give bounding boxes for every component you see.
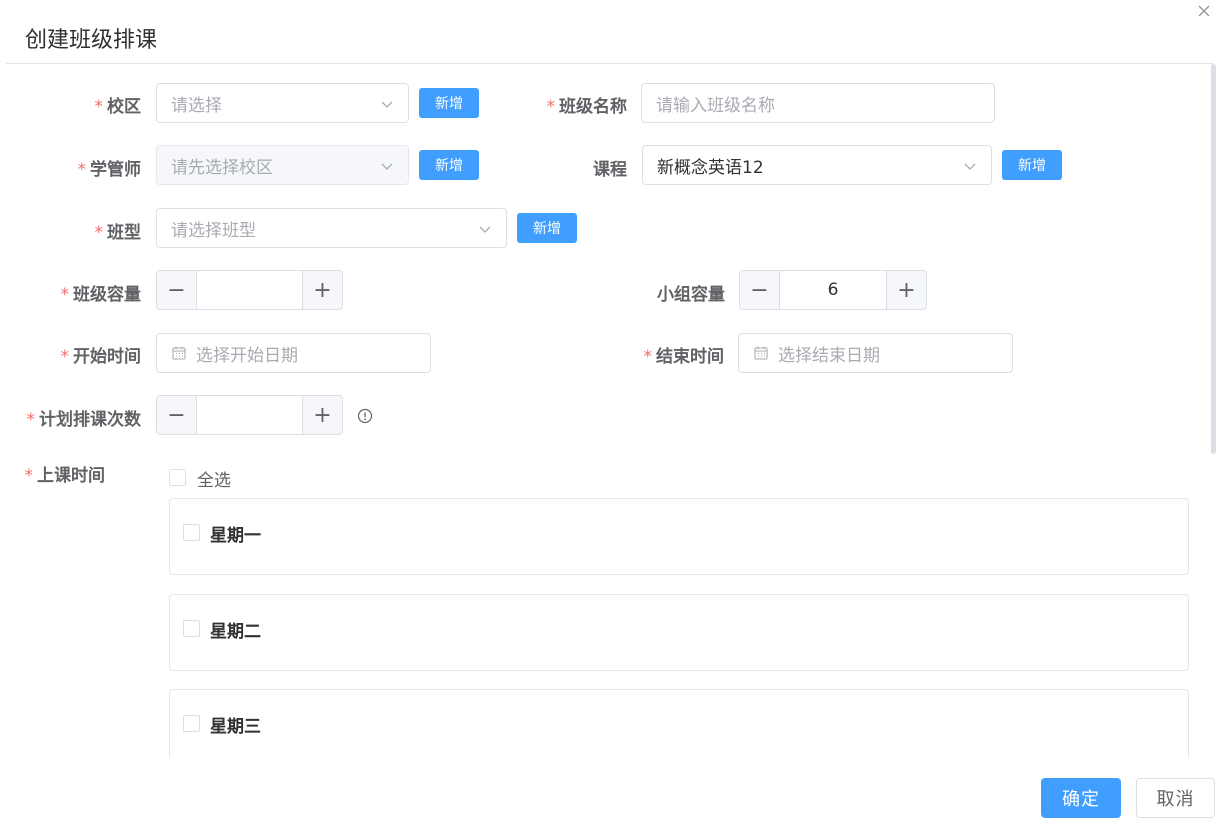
- select-all-checkbox[interactable]: [169, 469, 186, 486]
- course-select[interactable]: 新概念英语12: [642, 145, 992, 185]
- day-label[interactable]: 星期一: [210, 521, 261, 546]
- class-name-label-text: 班级名称: [559, 97, 627, 117]
- chevron-down-icon: [479, 226, 491, 233]
- scrollbar[interactable]: [1211, 64, 1216, 758]
- dialog-title: 创建班级排课: [25, 28, 158, 53]
- cancel-button[interactable]: 取消: [1136, 778, 1215, 818]
- day-checkbox[interactable]: [183, 524, 200, 541]
- decrement-button[interactable]: −: [157, 271, 197, 309]
- class-capacity-value[interactable]: [197, 271, 302, 309]
- class-type-select[interactable]: 请选择班型: [156, 208, 507, 248]
- manager-label-text: 学管师: [90, 160, 141, 180]
- plan-count-label-text: 计划排课次数: [39, 410, 141, 430]
- calendar-icon: [754, 346, 768, 360]
- increment-button[interactable]: +: [886, 271, 926, 309]
- start-date-placeholder: 选择开始日期: [196, 345, 298, 366]
- manager-select[interactable]: 请先选择校区: [156, 145, 409, 185]
- group-capacity-stepper[interactable]: − 6 +: [739, 270, 927, 310]
- group-capacity-label: 小组容量: [657, 280, 725, 305]
- dialog-body: * 校区 请选择 新增 * 班级名称 请输入班级名称 * 学管师 请先选择校区 新增 …: [0, 64, 1227, 758]
- day-checkbox[interactable]: [183, 715, 200, 732]
- start-time-label: * 开始时间: [61, 342, 142, 367]
- confirm-button[interactable]: 确定: [1041, 778, 1121, 818]
- day-checkbox[interactable]: [183, 620, 200, 637]
- day-label[interactable]: 星期二: [210, 617, 261, 642]
- group-capacity-label-text: 小组容量: [657, 285, 725, 305]
- end-date-placeholder: 选择结束日期: [778, 345, 880, 366]
- class-name-placeholder: 请输入班级名称: [656, 95, 775, 116]
- class-type-label-text: 班型: [107, 223, 141, 243]
- class-time-label: * 上课时间: [25, 461, 106, 486]
- required-mark: *: [77, 160, 87, 180]
- required-mark: *: [24, 466, 34, 486]
- decrement-button[interactable]: −: [740, 271, 780, 309]
- add-campus-button[interactable]: 新增: [419, 88, 479, 118]
- class-capacity-label-text: 班级容量: [73, 285, 141, 305]
- required-mark: *: [60, 285, 70, 305]
- start-date-picker[interactable]: 选择开始日期: [156, 333, 431, 373]
- increment-button[interactable]: +: [302, 396, 342, 434]
- increment-button[interactable]: +: [302, 271, 342, 309]
- day-label[interactable]: 星期三: [210, 712, 261, 737]
- plan-count-stepper[interactable]: − +: [156, 395, 343, 435]
- class-type-label: * 班型: [95, 218, 142, 243]
- manager-label: * 学管师: [78, 155, 142, 180]
- add-course-button[interactable]: 新增: [1002, 150, 1062, 180]
- end-time-label: * 结束时间: [644, 342, 725, 367]
- add-class-type-button[interactable]: 新增: [517, 213, 577, 243]
- campus-placeholder: 请选择: [171, 95, 222, 116]
- scrollbar-thumb[interactable]: [1211, 64, 1216, 454]
- select-all-label[interactable]: 全选: [197, 466, 231, 491]
- manager-placeholder: 请先选择校区: [171, 157, 273, 178]
- chevron-down-icon: [381, 101, 393, 108]
- info-icon[interactable]: [357, 408, 373, 424]
- day-card-tuesday: 星期二: [169, 594, 1189, 671]
- campus-label: * 校区: [95, 92, 142, 117]
- course-value: 新概念英语12: [657, 157, 764, 178]
- end-date-picker[interactable]: 选择结束日期: [738, 333, 1013, 373]
- decrement-button[interactable]: −: [157, 396, 197, 434]
- plan-count-value[interactable]: [197, 396, 302, 434]
- course-label: 课程: [593, 155, 627, 180]
- day-card-monday: 星期一: [169, 498, 1189, 575]
- plan-count-label: * 计划排课次数: [27, 405, 142, 430]
- campus-select[interactable]: 请选择: [156, 83, 409, 123]
- class-name-input[interactable]: 请输入班级名称: [641, 83, 995, 123]
- class-capacity-label: * 班级容量: [61, 280, 142, 305]
- campus-label-text: 校区: [107, 97, 141, 117]
- course-label-text: 课程: [593, 160, 627, 180]
- required-mark: *: [94, 97, 104, 117]
- class-name-label: * 班级名称: [547, 92, 628, 117]
- class-capacity-stepper[interactable]: − +: [156, 270, 343, 310]
- class-type-placeholder: 请选择班型: [171, 220, 256, 241]
- add-manager-button[interactable]: 新增: [419, 150, 479, 180]
- required-mark: *: [643, 347, 653, 367]
- day-card-wednesday: 星期三: [169, 689, 1189, 758]
- required-mark: *: [94, 223, 104, 243]
- class-time-label-text: 上课时间: [37, 466, 105, 486]
- group-capacity-value[interactable]: 6: [780, 271, 886, 309]
- chevron-down-icon: [964, 163, 976, 170]
- required-mark: *: [546, 97, 556, 117]
- start-time-label-text: 开始时间: [73, 347, 141, 367]
- chevron-down-icon: [381, 163, 393, 170]
- required-mark: *: [60, 347, 70, 367]
- close-icon[interactable]: [1196, 3, 1212, 19]
- end-time-label-text: 结束时间: [656, 347, 724, 367]
- calendar-icon: [172, 346, 186, 360]
- required-mark: *: [26, 410, 36, 430]
